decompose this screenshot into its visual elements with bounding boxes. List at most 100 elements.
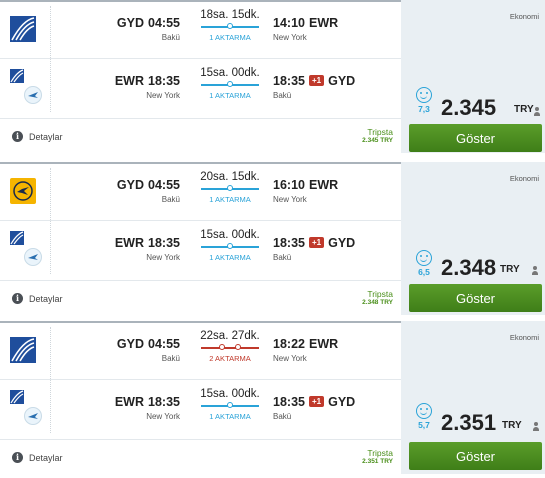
show-button[interactable]: Göster — [409, 284, 542, 312]
details-label: Detaylar — [29, 293, 63, 304]
inbound-segment: EWR 18:35 New York 15sa. 00dk. 1 AKTARMA … — [60, 64, 400, 114]
flight-duration: 15sa. 00dk. — [200, 67, 260, 79]
details-label: Detaylar — [29, 131, 63, 142]
logo-separator — [50, 168, 52, 274]
departure-info: GYD 04:55 Bakü — [117, 14, 180, 42]
currency-label: TRY — [500, 264, 520, 275]
show-button[interactable]: Göster — [409, 124, 542, 152]
united-airlines-logo-icon — [10, 69, 24, 83]
total-price: 2.348 — [441, 255, 497, 280]
stops-line — [195, 23, 265, 31]
itinerary-panel[interactable]: GYD 04:55 Bakü 18sa. 15dk. 1 AKTARMA 14:1… — [0, 0, 401, 153]
cabin-class: Ekonomi — [509, 333, 539, 342]
flight-result-card: GYD 04:55 Bakü 18sa. 15dk. 1 AKTARMA 14:1… — [0, 0, 545, 153]
flight-duration: 15sa. 00dk. — [200, 229, 260, 241]
departure-airport-code: EWR — [114, 74, 145, 88]
show-button[interactable]: Göster — [409, 442, 542, 470]
departure-city: Bakü — [161, 195, 180, 204]
departure-info: EWR 18:35 New York — [115, 393, 180, 421]
next-day-badge: +1 — [308, 75, 325, 86]
united-airlines-logo-icon — [10, 337, 36, 363]
total-price: 2.351 — [441, 410, 497, 435]
score-value: 6,5 — [418, 267, 430, 277]
arrival-time: 18:22 — [273, 337, 305, 351]
arrival-city: New York — [273, 195, 307, 204]
rating-score: 7,3 — [414, 87, 434, 114]
departure-time: 04:55 — [148, 16, 180, 30]
arrival-info: 14:10 EWR New York — [273, 14, 338, 42]
segment-divider — [0, 58, 401, 59]
smiley-icon — [416, 250, 432, 266]
info-icon: i — [12, 293, 23, 304]
arrival-airport-code: EWR — [308, 16, 339, 30]
cabin-class: Ekonomi — [509, 12, 539, 21]
price-panel: Ekonomi 6,5 2.348 TRY Göster — [401, 162, 545, 315]
departure-city: Bakü — [161, 354, 180, 363]
provider-info[interactable]: Tripsta 2.348 TRY — [362, 289, 393, 306]
footer-divider — [0, 439, 401, 440]
smiley-icon — [416, 403, 432, 419]
score-value: 7,3 — [418, 104, 430, 114]
departure-airport-code: EWR — [114, 236, 145, 250]
arrival-city: New York — [273, 33, 307, 42]
provider-name: Tripsta — [367, 127, 393, 137]
stops-count: 2 AKTARMA — [209, 354, 251, 363]
smiley-icon — [416, 87, 432, 103]
arrival-time: 18:35 — [273, 74, 305, 88]
segment-divider — [0, 220, 401, 221]
lufthansa-logo-icon — [10, 178, 36, 204]
departure-city: Bakü — [161, 33, 180, 42]
departure-time: 18:35 — [148, 395, 180, 409]
arrival-time: 18:35 — [273, 236, 305, 250]
total-price: 2.345 — [441, 95, 497, 120]
provider-info[interactable]: Tripsta 2.351 TRY — [362, 448, 393, 465]
departure-info: GYD 04:55 Bakü — [117, 335, 180, 363]
duration-info: 22sa. 27dk. 2 AKTARMA — [195, 330, 265, 363]
details-link[interactable]: i Detaylar — [12, 293, 63, 304]
united-airlines-logo-icon — [10, 16, 36, 42]
azal-airline-logo-icon — [24, 248, 42, 266]
departure-info: EWR 18:35 New York — [115, 234, 180, 262]
duration-info: 20sa. 15dk. 1 AKTARMA — [195, 171, 265, 204]
cabin-class: Ekonomi — [509, 174, 539, 183]
duration-info: 15sa. 00dk. 1 AKTARMA — [195, 229, 265, 262]
provider-price: 2.345 TRY — [362, 137, 393, 144]
departure-info: GYD 04:55 Bakü — [117, 176, 180, 204]
rating-score: 6,5 — [414, 250, 434, 277]
united-airlines-logo-icon — [10, 390, 24, 404]
person-icon — [534, 107, 540, 116]
details-link[interactable]: i Detaylar — [12, 131, 63, 142]
flight-duration: 15sa. 00dk. — [200, 388, 260, 400]
departure-airport-code: GYD — [116, 337, 145, 351]
info-icon: i — [12, 452, 23, 463]
departure-airport-code: EWR — [114, 395, 145, 409]
stops-count: 1 AKTARMA — [209, 33, 251, 42]
flight-duration: 20sa. 15dk. — [200, 171, 260, 183]
arrival-info: 18:35 +1 GYD Bakü — [273, 393, 355, 421]
stops-line — [195, 402, 265, 410]
departure-time: 18:35 — [148, 74, 180, 88]
arrival-city: Bakü — [273, 91, 292, 100]
details-link[interactable]: i Detaylar — [12, 452, 63, 463]
stops-line — [195, 185, 265, 193]
inbound-segment: EWR 18:35 New York 15sa. 00dk. 1 AKTARMA … — [60, 385, 400, 435]
provider-info[interactable]: Tripsta 2.345 TRY — [362, 127, 393, 144]
arrival-airport-code: EWR — [308, 178, 339, 192]
provider-name: Tripsta — [367, 448, 393, 458]
departure-info: EWR 18:35 New York — [115, 72, 180, 100]
arrival-info: 16:10 EWR New York — [273, 176, 338, 204]
stops-line — [195, 81, 265, 89]
departure-time: 04:55 — [148, 337, 180, 351]
arrival-city: Bakü — [273, 253, 292, 262]
logo-separator — [50, 327, 52, 433]
flight-duration: 18sa. 15dk. — [200, 9, 260, 21]
arrival-airport-code: GYD — [328, 236, 356, 250]
itinerary-panel[interactable]: GYD 04:55 Bakü 22sa. 27dk. 2 AKTARMA 18:2… — [0, 321, 401, 474]
logo-separator — [50, 6, 52, 112]
price-panel: Ekonomi 7,3 2.345 TRY Göster — [401, 0, 545, 153]
stops-count: 1 AKTARMA — [209, 412, 251, 421]
itinerary-panel[interactable]: GYD 04:55 Bakü 20sa. 15dk. 1 AKTARMA 16:1… — [0, 162, 401, 315]
flight-result-card: GYD 04:55 Bakü 22sa. 27dk. 2 AKTARMA 18:2… — [0, 321, 545, 474]
currency-label: TRY — [514, 104, 534, 115]
outbound-segment: GYD 04:55 Bakü 18sa. 15dk. 1 AKTARMA 14:1… — [60, 6, 400, 56]
